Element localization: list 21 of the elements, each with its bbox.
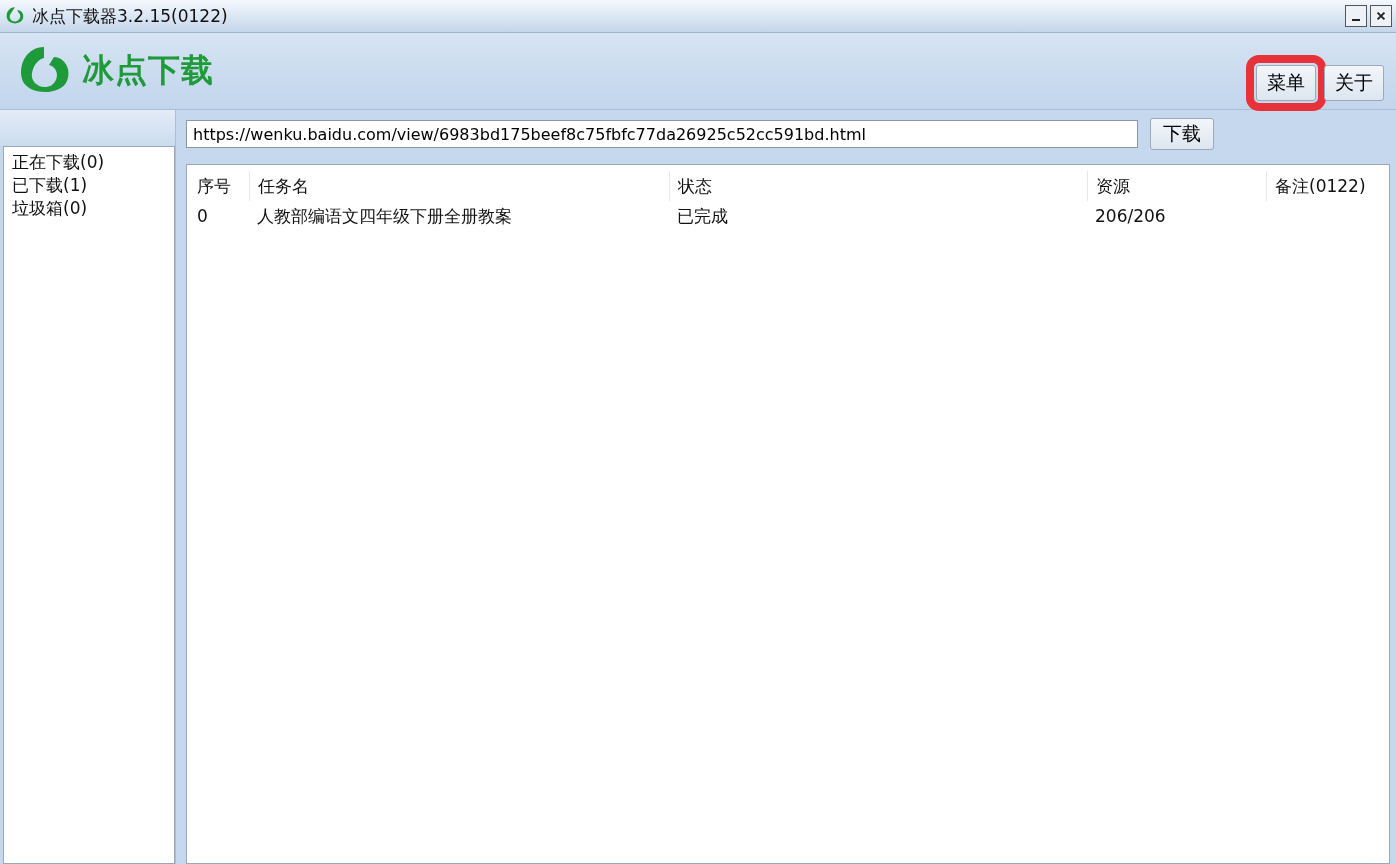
column-header[interactable]: 状态 — [669, 171, 1087, 201]
sidebar-item[interactable]: 已下载(1) — [12, 174, 166, 197]
table-cell: 已完成 — [677, 205, 728, 226]
brand-name: 冰点下载 — [82, 50, 214, 91]
menu-button[interactable]: 关于 — [1324, 65, 1384, 101]
window-title: 冰点下载器3.2.15(0122) — [32, 4, 228, 28]
table-cell: 206/206 — [1095, 206, 1166, 226]
close-button[interactable] — [1370, 5, 1392, 27]
minimize-icon — [1352, 19, 1360, 21]
minimize-button[interactable] — [1345, 5, 1367, 27]
column-header[interactable]: 资源 — [1087, 171, 1266, 201]
url-field[interactable]: https://wenku.baidu.com/view/6983bd175beef8c75fbfc77da26925c52cc591bd.html — [186, 120, 1138, 148]
column-header[interactable]: 备注(0122) — [1266, 171, 1389, 201]
table-cell: 人教部编语文四年级下册全册教案 — [257, 205, 512, 226]
close-icon — [1375, 10, 1387, 22]
sidebar-item[interactable]: 正在下载(0) — [12, 151, 166, 174]
sidebar-item[interactable]: 垃圾箱(0) — [12, 197, 166, 220]
column-header[interactable]: 任务名 — [249, 171, 669, 201]
column-header[interactable]: 序号 — [189, 171, 249, 201]
table-cell: 0 — [197, 206, 208, 226]
download-button[interactable]: 下载 — [1150, 118, 1214, 150]
